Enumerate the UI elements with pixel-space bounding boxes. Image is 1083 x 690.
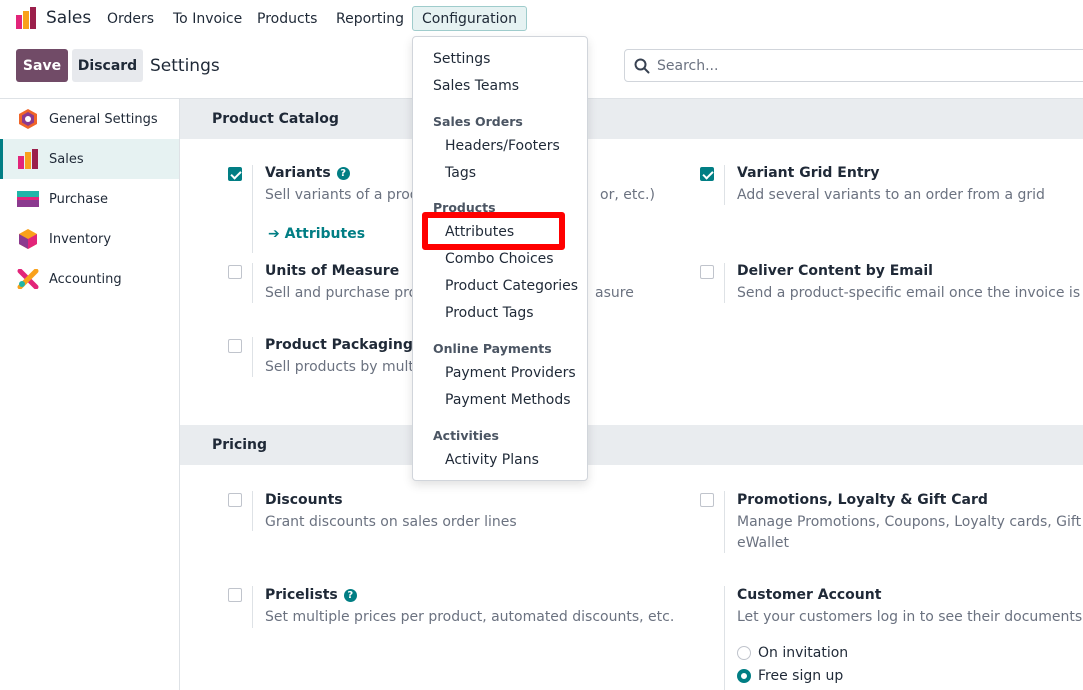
menu-configuration[interactable]: Configuration — [412, 6, 527, 31]
dropdown-heading-sales-orders: Sales Orders — [433, 114, 523, 129]
variants-desc: Sell variants of a produc — [265, 187, 436, 203]
pricelists-checkbox[interactable] — [228, 588, 242, 602]
dropdown-item-attributes[interactable]: Attributes — [445, 224, 514, 240]
setting-divider — [724, 491, 725, 553]
uom-desc: Sell and purchase produ — [265, 285, 435, 301]
dropdown-item-settings[interactable]: Settings — [433, 51, 490, 67]
sidebar-item-sales[interactable]: Sales — [0, 139, 179, 179]
help-icon[interactable]: ? — [336, 167, 350, 180]
packagings-checkbox[interactable] — [228, 339, 242, 353]
discounts-desc: Grant discounts on sales order lines — [265, 514, 517, 530]
variant-grid-checkbox[interactable] — [700, 167, 714, 181]
sidebar-item-label: Sales — [49, 152, 84, 167]
sidebar-item-label: General Settings — [49, 112, 158, 127]
discounts-title: Discounts — [265, 492, 343, 508]
settings-main: Product Catalog Variants? Sell variants … — [180, 99, 1083, 690]
dropdown-item-combo-choices[interactable]: Combo Choices — [445, 251, 554, 267]
sidebar-item-purchase[interactable]: Purchase — [0, 179, 179, 219]
dropdown-item-activity-plans[interactable]: Activity Plans — [445, 452, 539, 468]
pricelists-desc: Set multiple prices per product, automat… — [265, 609, 675, 625]
page-title: Settings — [150, 56, 220, 76]
promotions-desc: Manage Promotions, Coupons, Loyalty card… — [737, 514, 1083, 530]
deliver-email-checkbox[interactable] — [700, 265, 714, 279]
setting-divider — [724, 586, 725, 690]
packagings-desc: Sell products by multipl — [265, 359, 431, 375]
setting-divider — [252, 263, 253, 303]
setting-divider — [724, 165, 725, 205]
section-header-pricing: Pricing — [180, 425, 1083, 465]
dropdown-heading-activities: Activities — [433, 428, 499, 443]
pricelists-title: Pricelists? — [265, 587, 357, 603]
inventory-icon — [19, 229, 37, 249]
setting-divider — [724, 263, 725, 303]
sidebar-item-label: Inventory — [49, 232, 112, 247]
customer-account-desc: Let your customers log in to see their d… — [737, 609, 1083, 625]
save-button[interactable]: Save — [16, 49, 68, 82]
dropdown-item-tags[interactable]: Tags — [445, 165, 476, 181]
sidebar-item-accounting[interactable]: Accounting — [0, 259, 179, 299]
search-box[interactable] — [624, 49, 1083, 82]
help-icon[interactable]: ? — [343, 589, 357, 602]
free-sign-up-radio[interactable] — [737, 669, 751, 683]
dropdown-item-headers-footers[interactable]: Headers/Footers — [445, 138, 560, 154]
dropdown-item-payment-methods[interactable]: Payment Methods — [445, 392, 571, 408]
uom-desc-tail: asure — [595, 285, 634, 301]
section-title: Product Catalog — [212, 111, 339, 127]
menu-to-invoice[interactable]: To Invoice — [173, 11, 242, 27]
setting-divider — [252, 491, 253, 531]
sidebar-item-general-settings[interactable]: General Settings — [0, 99, 179, 139]
dropdown-item-payment-providers[interactable]: Payment Providers — [445, 365, 576, 381]
promotions-title: Promotions, Loyalty & Gift Card — [737, 492, 988, 508]
setting-divider — [252, 586, 253, 628]
dropdown-item-sales-teams[interactable]: Sales Teams — [433, 78, 519, 94]
menu-products[interactable]: Products — [257, 11, 317, 27]
free-sign-up-label[interactable]: Free sign up — [758, 668, 843, 684]
search-input[interactable] — [657, 56, 1077, 76]
dropdown-heading-products: Products — [433, 200, 496, 215]
section-header-product-catalog: Product Catalog — [180, 99, 1083, 139]
dropdown-item-product-categories[interactable]: Product Categories — [445, 278, 578, 294]
discard-button[interactable]: Discard — [72, 49, 143, 82]
on-invitation-radio[interactable] — [737, 646, 751, 660]
variants-checkbox[interactable] — [228, 167, 242, 181]
discounts-checkbox[interactable] — [228, 493, 242, 507]
sales-icon — [18, 149, 38, 169]
search-icon — [634, 58, 650, 74]
purchase-icon — [17, 191, 39, 207]
variants-desc-tail: or, etc.) — [600, 187, 655, 203]
customer-account-title: Customer Account — [737, 587, 882, 603]
uom-checkbox[interactable] — [228, 265, 242, 279]
sidebar-item-label: Purchase — [49, 192, 109, 207]
setting-divider — [252, 165, 253, 253]
menu-orders[interactable]: Orders — [107, 11, 154, 27]
variants-title: Variants? — [265, 165, 350, 181]
sidebar-item-inventory[interactable]: Inventory — [0, 219, 179, 259]
section-title: Pricing — [212, 437, 268, 453]
arrow-right-icon: ➔ — [268, 226, 285, 242]
promotions-checkbox[interactable] — [700, 493, 714, 507]
variant-grid-title: Variant Grid Entry — [737, 165, 880, 181]
deliver-email-desc: Send a product-specific email once the i… — [737, 285, 1083, 301]
configuration-dropdown: Settings Sales Teams Sales Orders Header… — [412, 36, 588, 481]
dropdown-heading-online-payments: Online Payments — [433, 341, 552, 356]
sidebar-item-label: Accounting — [49, 272, 122, 287]
uom-title: Units of Measure — [265, 263, 400, 279]
accounting-icon — [17, 269, 39, 289]
general-settings-icon — [19, 109, 37, 129]
promotions-desc-line2: eWallet — [737, 535, 790, 551]
setting-divider — [252, 337, 253, 377]
menu-reporting[interactable]: Reporting — [336, 11, 404, 27]
top-navbar: Sales Orders To Invoice Products Reporti… — [0, 0, 1083, 38]
app-name[interactable]: Sales — [46, 8, 91, 28]
packagings-title: Product Packagings — [265, 337, 422, 353]
sales-app-logo-icon[interactable] — [15, 7, 37, 29]
deliver-email-title: Deliver Content by Email — [737, 263, 933, 279]
on-invitation-label[interactable]: On invitation — [758, 645, 848, 661]
dropdown-item-product-tags[interactable]: Product Tags — [445, 305, 534, 321]
variant-grid-desc: Add several variants to an order from a … — [737, 187, 1045, 203]
settings-sidebar: General Settings Sales Purchase Inventor… — [0, 99, 180, 690]
attributes-link[interactable]: ➔ Attributes — [268, 226, 365, 242]
